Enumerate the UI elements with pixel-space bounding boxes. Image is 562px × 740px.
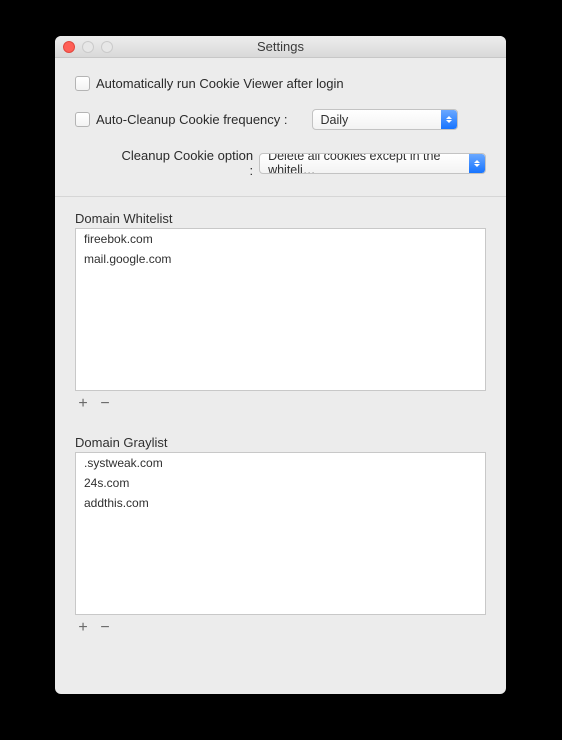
cleanup-option-select[interactable]: Delete all cookies except in the whiteli…: [259, 153, 486, 174]
maximize-button[interactable]: [101, 41, 113, 53]
graylist-body[interactable]: .systweak.com 24s.com addthis.com: [75, 452, 486, 615]
list-item[interactable]: mail.google.com: [76, 249, 485, 269]
chevron-updown-icon: [441, 110, 457, 129]
auto-cleanup-label: Auto-Cleanup Cookie frequency :: [96, 112, 288, 127]
traffic-lights: [63, 41, 113, 53]
auto-run-label: Automatically run Cookie Viewer after lo…: [96, 76, 344, 91]
chevron-updown-icon: [469, 154, 485, 173]
auto-cleanup-checkbox[interactable]: [75, 112, 90, 127]
top-section: Automatically run Cookie Viewer after lo…: [55, 58, 506, 197]
auto-run-checkbox[interactable]: [75, 76, 90, 91]
auto-cleanup-row: Auto-Cleanup Cookie frequency : Daily: [75, 109, 486, 130]
whitelist-add-button[interactable]: +: [77, 397, 89, 411]
content: Automatically run Cookie Viewer after lo…: [55, 58, 506, 694]
cleanup-option-row: Cleanup Cookie option : Delete all cooki…: [75, 148, 486, 178]
list-item[interactable]: .systweak.com: [76, 453, 485, 473]
list-item[interactable]: 24s.com: [76, 473, 485, 493]
titlebar: Settings: [55, 36, 506, 58]
graylist-remove-button[interactable]: −: [99, 621, 111, 635]
settings-window: Settings Automatically run Cookie Viewer…: [55, 36, 506, 694]
whitelist-title: Domain Whitelist: [75, 211, 486, 226]
graylist-block: Domain Graylist .systweak.com 24s.com ad…: [75, 435, 486, 637]
list-item[interactable]: fireebok.com: [76, 229, 485, 249]
whitelist-body[interactable]: fireebok.com mail.google.com: [75, 228, 486, 391]
graylist-add-button[interactable]: +: [77, 621, 89, 635]
whitelist-block: Domain Whitelist fireebok.com mail.googl…: [75, 211, 486, 413]
auto-run-row: Automatically run Cookie Viewer after lo…: [75, 76, 486, 91]
window-title: Settings: [55, 39, 506, 54]
graylist-footer: + −: [75, 615, 486, 637]
list-item[interactable]: addthis.com: [76, 493, 485, 513]
cleanup-option-label: Cleanup Cookie option :: [115, 148, 253, 178]
whitelist-remove-button[interactable]: −: [99, 397, 111, 411]
whitelist-footer: + −: [75, 391, 486, 413]
cleanup-frequency-value: Daily: [321, 113, 349, 127]
minimize-button[interactable]: [82, 41, 94, 53]
close-button[interactable]: [63, 41, 75, 53]
cleanup-option-value: Delete all cookies except in the whiteli…: [268, 153, 485, 174]
cleanup-frequency-select[interactable]: Daily: [312, 109, 458, 130]
lists-section: Domain Whitelist fireebok.com mail.googl…: [55, 197, 506, 694]
graylist-title: Domain Graylist: [75, 435, 486, 450]
